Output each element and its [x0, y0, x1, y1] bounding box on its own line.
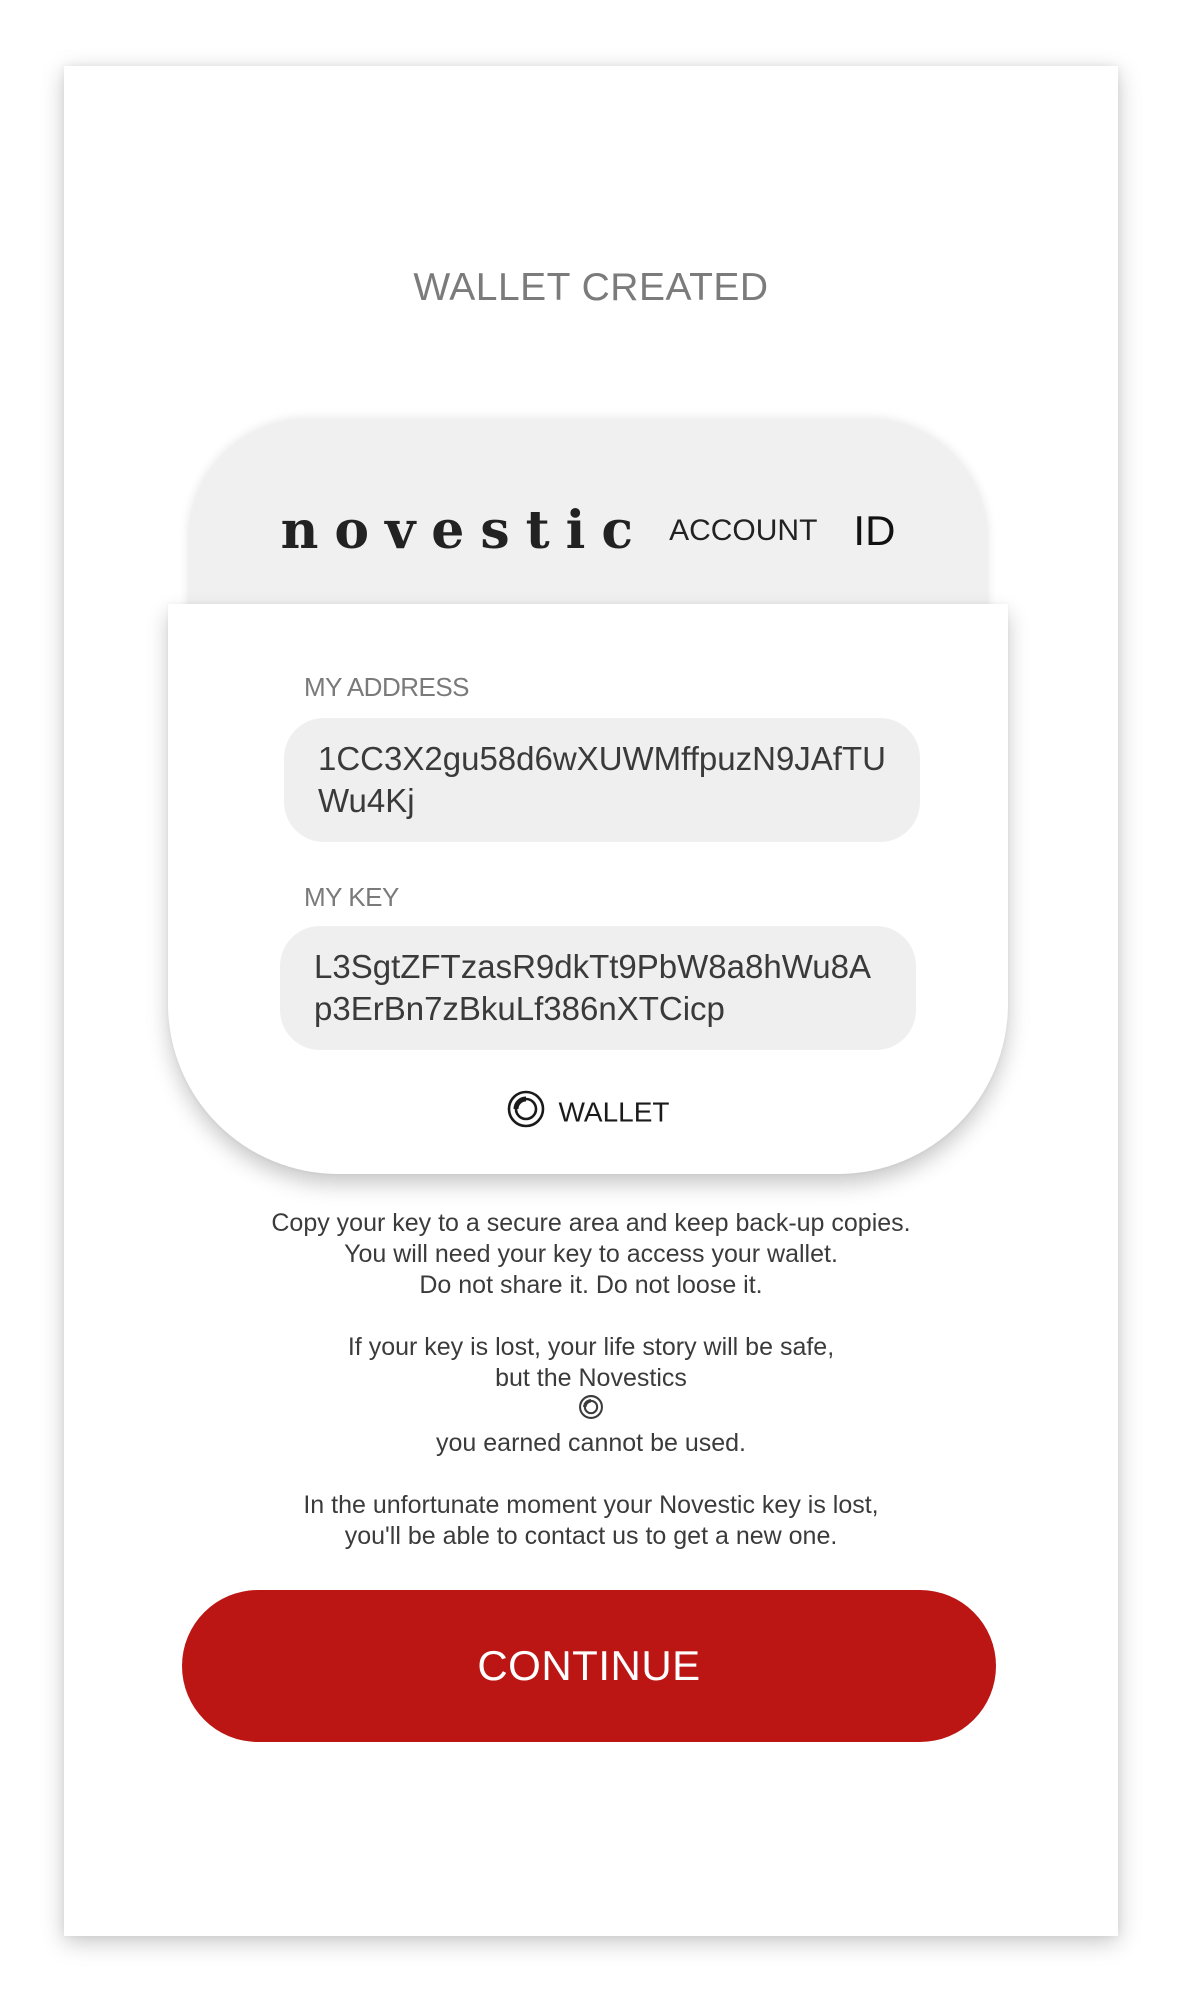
key-field[interactable]: L3SgtZFTzasR9dkTt9PbW8a8hWu8Ap3ErBn7zBku…	[280, 926, 916, 1050]
note-line: you'll be able to contact us to get a ne…	[344, 1522, 838, 1550]
note-line: Copy your key to a secure area and keep …	[271, 1209, 911, 1237]
note-text: but the Novestics	[495, 1364, 687, 1392]
id-label: ID	[853, 506, 896, 554]
page-title: WALLET CREATED	[413, 266, 769, 309]
wallet-created-screen: WALLET CREATED novestic ACCOUNT ID MY ADDR…	[64, 66, 1118, 1936]
novestics-coin-icon	[68, 1394, 1114, 1428]
note-text: you earned cannot be used.	[436, 1429, 746, 1457]
brand-row: novestic ACCOUNT ID	[188, 500, 988, 561]
address-label: MY ADDRESS	[304, 672, 470, 702]
brand-logo: novestic	[280, 500, 650, 561]
instructions-paragraph: In the unfortunate moment your Novestic …	[64, 1490, 1118, 1552]
wallet-label: WALLET	[558, 1096, 670, 1128]
note-line: You will need your key to access your wa…	[344, 1240, 838, 1268]
instructions-paragraph: If your key is lost, your life story wil…	[64, 1332, 1118, 1459]
novestics-coin-icon	[507, 1090, 545, 1135]
instructions-text: Copy your key to a secure area and keep …	[64, 1208, 1118, 1583]
note-line: In the unfortunate moment your Novestic …	[303, 1491, 879, 1519]
note-line: Do not share it. Do not loose it.	[419, 1271, 763, 1299]
note-line: If your key is lost, your life story wil…	[347, 1333, 835, 1361]
instructions-paragraph: Copy your key to a secure area and keep …	[64, 1208, 1118, 1301]
account-card: MY ADDRESS 1CC3X2gu58d6wXUWMffpuzN9JAfTU…	[168, 604, 1008, 1174]
account-label: ACCOUNT	[669, 513, 818, 547]
key-label: MY KEY	[304, 882, 399, 912]
note-line: but the Novestics you earned cannot be us…	[64, 1363, 1118, 1459]
continue-button[interactable]: CONTINUE	[182, 1590, 996, 1742]
wallet-link[interactable]: WALLET	[168, 1090, 1008, 1135]
account-card-header: novestic ACCOUNT ID	[188, 420, 988, 620]
address-field[interactable]: 1CC3X2gu58d6wXUWMffpuzN9JAfTUWu4Kj	[284, 718, 920, 842]
